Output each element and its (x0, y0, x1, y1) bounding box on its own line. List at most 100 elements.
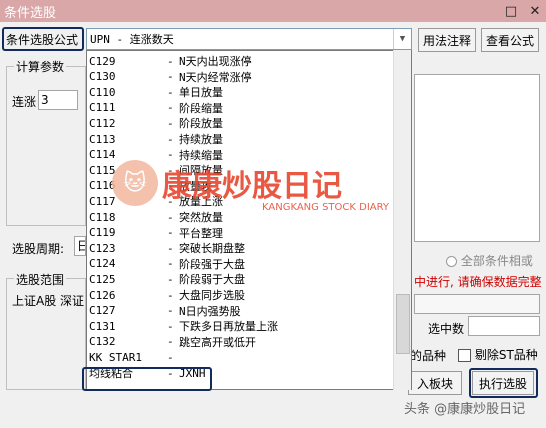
dropdown-item-code: C132 (89, 335, 116, 349)
dropdown-item-name: 阶段放量 (179, 117, 223, 131)
dropdown-item-sep: - (167, 319, 174, 333)
dropdown-item-code: C127 (89, 304, 116, 318)
dropdown-item-sep: - (167, 304, 174, 318)
watermark-brand: 康康炒股日记 (162, 169, 342, 204)
dropdown-item-name: N日内强势股 (179, 304, 241, 318)
dropdown-item[interactable]: C110 - 单日放量 (87, 84, 394, 100)
dropdown-item-code: C110 (89, 85, 116, 99)
dropdown-item[interactable]: C113 - 持续放量 (87, 131, 394, 147)
chevron-down-icon[interactable]: ▼ (393, 29, 411, 49)
progress-field (414, 294, 540, 314)
formula-label-highlight (2, 27, 84, 51)
dropdown-item-code: C126 (89, 288, 116, 302)
dropdown-item[interactable]: C124 - 阶段强于大盘 (87, 256, 394, 272)
dropdown-item-sep: - (167, 350, 174, 364)
scrollbar-thumb[interactable] (396, 294, 410, 354)
dropdown-item-name: 阶段强于大盘 (179, 257, 245, 271)
dropdown-item-sep: - (167, 210, 174, 224)
close-icon[interactable]: ✕ (524, 0, 546, 22)
watermark: 🐱 康康炒股日记 KANGKANG STOCK DIARY (112, 160, 389, 213)
radio-icon[interactable] (446, 256, 457, 267)
dropdown-item[interactable]: C126 - 大盘同步选股 (87, 287, 394, 303)
dropdown-scrollbar[interactable] (393, 50, 411, 390)
cat-logo-icon: 🐱 (112, 160, 158, 206)
warning-text: 中进行, 请确保数据完整 (414, 275, 542, 289)
dropdown-item-sep: - (167, 70, 174, 84)
dropdown-item-code: C113 (89, 132, 116, 146)
title-bar: 条件选股 □ ✕ (0, 0, 546, 22)
selected-count-field (468, 316, 540, 336)
dropdown-item[interactable]: C112 - 阶段放量 (87, 115, 394, 131)
dropdown-item[interactable]: C127 - N日内强势股 (87, 303, 394, 319)
exclude-st-label: 剔除ST品种 (474, 348, 538, 362)
period-select[interactable]: 日 (74, 236, 86, 256)
dropdown-item-sep: - (167, 132, 174, 146)
dropdown-item-sep: - (167, 257, 174, 271)
dropdown-item-code: C112 (89, 116, 116, 130)
load-board-button[interactable]: 入板块 (408, 371, 462, 395)
dropdown-item-code: C111 (89, 101, 116, 115)
all-conditions-label: 全部条件相或 (460, 254, 533, 268)
dropdown-item-code: C124 (89, 257, 116, 271)
formula-select[interactable]: UPN - 连涨数天 ▼ (86, 28, 412, 50)
dropdown-item[interactable]: C130 - N天内经常涨停 (87, 69, 394, 85)
dropdown-item-code: C119 (89, 226, 116, 240)
dropdown-item-name: 突然放量 (179, 211, 223, 224)
dropdown-item-sep: - (167, 226, 174, 240)
dropdown-item-code: C129 (89, 54, 116, 68)
dropdown-item-name: 下跌多日再放量上涨 (179, 320, 278, 334)
watermark-sub: KANGKANG STOCK DIARY (262, 202, 390, 213)
dropdown-item-name: 持续放量 (179, 133, 223, 146)
period-label: 选股周期: (12, 242, 65, 256)
dropdown-item-code: C130 (89, 70, 116, 84)
dropdown-item[interactable]: C123 - 突破长期盘整 (87, 240, 394, 256)
dropdown-item-name: 大盘同步选股 (179, 289, 245, 302)
dropdown-item-name: 平台整理 (179, 226, 223, 240)
dropdown-item-sep: - (167, 335, 174, 349)
dropdown-item-sep: - (167, 85, 174, 99)
range-text: 上证A股 深证 (12, 294, 85, 308)
view-formula-button[interactable]: 查看公式 (481, 28, 539, 52)
dropdown-item[interactable]: KK STAR1 - (87, 349, 394, 365)
params-title: 计算参数 (14, 58, 67, 75)
dropdown-item-name: 突破长期盘整 (179, 242, 245, 256)
all-conditions-option[interactable]: 全部条件相或 (446, 252, 533, 269)
dropdown-item-code: C125 (89, 272, 116, 286)
formula-selected-value: UPN - 连涨数天 (90, 33, 174, 46)
exclude-st-option[interactable]: 剔除ST品种 (458, 346, 538, 363)
selected-count-label: 选中数 (428, 322, 465, 336)
dropdown-item[interactable]: C125 - 阶段弱于大盘 (87, 271, 394, 287)
dropdown-item-code: C123 (89, 241, 116, 255)
dropdown-item-sep: - (167, 54, 174, 68)
maximize-icon[interactable]: □ (500, 0, 522, 22)
usage-notes-button[interactable]: 用法注释 (418, 28, 476, 52)
selected-item-highlight (82, 367, 212, 391)
dropdown-item-name: N天内经常涨停 (179, 70, 252, 84)
checkbox-icon[interactable] (458, 349, 471, 362)
credit-text: 头条 @康康炒股日记 (404, 402, 526, 417)
dropdown-item-sep: - (167, 288, 174, 302)
dropdown-item-code: C118 (89, 210, 116, 224)
dropdown-item-sep: - (167, 101, 174, 115)
dropdown-item-sep: - (167, 116, 174, 130)
dropdown-item-code: KK STAR1 (89, 350, 142, 364)
formula-dropdown-list[interactable]: C129- N天内出现涨停 C130- N天内经常涨停 C110- 单日放量 C111- 阶段… (86, 50, 412, 390)
dropdown-item-name: 阶段弱于大盘 (179, 273, 245, 287)
dropdown-item[interactable]: C119 - 平台整理 (87, 225, 394, 241)
dropdown-item-sep: - (167, 241, 174, 255)
dropdown-item[interactable]: C132 - 跳空高开或低开 (87, 334, 394, 350)
execute-highlight (469, 368, 538, 398)
variety-label: 的品种 (410, 349, 447, 363)
dropdown-item-code: C131 (89, 319, 116, 333)
params-label: 连涨 (12, 95, 37, 109)
dropdown-item[interactable]: C131 - 下跌多日再放量上涨 (87, 318, 394, 334)
dropdown-item[interactable]: C111 - 阶段缩量 (87, 100, 394, 116)
description-box (414, 74, 540, 242)
window-title: 条件选股 (4, 5, 57, 21)
dropdown-item[interactable]: C129 - N天内出现涨停 (87, 53, 394, 69)
dropdown-item-name: N天内出现涨停 (179, 55, 252, 68)
dropdown-item-name: 单日放量 (179, 86, 223, 100)
params-input[interactable]: 3 (38, 90, 78, 110)
range-title: 选股范围 (14, 271, 67, 288)
dropdown-item-sep: - (167, 272, 174, 286)
